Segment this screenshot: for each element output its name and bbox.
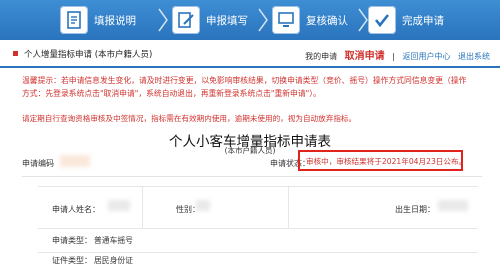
page-title: 个人增量指标申请 (本市户籍人员) — [24, 50, 153, 60]
step-label: 申报填写 — [206, 14, 248, 27]
id-type-label: 证件类型： — [52, 256, 92, 265]
redacted-birth — [438, 200, 468, 211]
code-label: 申请编码 — [22, 159, 54, 168]
step-complete: 完成申请 — [368, 0, 444, 40]
my-apply-link[interactable]: 我的申请 — [305, 52, 337, 61]
status-value: 审核中，审核结果将于2021年04月23日公布。 — [306, 157, 467, 166]
breadcrumb: 个人增量指标申请 (本市户籍人员) 我的申请 取消申请 | 返回用户中心 退出系… — [0, 44, 500, 68]
notice-text: 温馨提示：若申请信息发生变化，请及时进行变更，以免影响审核结果，切换申请类型（竞… — [22, 74, 478, 100]
step-fill: 申报填写 — [172, 0, 248, 40]
divider — [288, 186, 289, 228]
bullet-icon — [13, 51, 18, 56]
form-grid: 申请人姓名： 性别： 出生日期： 申请类型： 普通车摇号 证件类型： 居民身份证 — [38, 186, 478, 265]
chevron-right-icon — [158, 8, 168, 32]
step-label: 填报说明 — [94, 14, 136, 27]
user-center-link[interactable]: 返回用户中心 — [402, 52, 450, 61]
cancel-apply-link[interactable]: 取消申请 — [345, 51, 385, 62]
logout-link[interactable]: 退出系统 — [458, 52, 490, 61]
applicant-label: 申请人姓名： — [52, 205, 100, 214]
step-bar: 填报说明 申报填写 复核确认 完成申请 — [0, 0, 500, 40]
header-links: 我的申请 取消申请 | 返回用户中心 退出系统 — [300, 47, 490, 62]
step-label: 完成申请 — [402, 14, 444, 27]
id-type-value: 居民身份证 — [94, 256, 133, 265]
link-separator: | — [392, 52, 395, 61]
redacted-code — [60, 155, 90, 167]
chevron-right-icon — [358, 8, 368, 32]
divider — [22, 176, 482, 177]
notice-line: 方式：先登录系统点击"取消申请"，系统自动退出，再重新登录系统点击"重新申请"）… — [22, 89, 321, 98]
chevron-right-icon — [258, 8, 268, 32]
step-review: 复核确认 — [272, 0, 348, 40]
type-label: 申请类型： — [52, 236, 92, 245]
birth-label: 出生日期： — [395, 205, 435, 214]
redacted-name — [108, 200, 130, 211]
notice-line: 温馨提示：若申请信息发生变化，请及时进行变更，以免影响审核结果，切换申请类型（竞… — [22, 76, 467, 85]
divider — [142, 186, 143, 228]
redacted-gender — [196, 200, 210, 211]
step-instructions: 填报说明 — [60, 0, 136, 40]
notice-line: 请定期自行查询资格审核及中签情况，指标需在有效期内使用，逾期未使用的，视为自动放… — [22, 114, 357, 123]
monitor-icon — [272, 6, 300, 34]
checkmark-icon — [368, 6, 396, 34]
edit-icon — [172, 6, 200, 34]
type-value: 普通车摇号 — [94, 236, 133, 245]
step-label: 复核确认 — [306, 14, 348, 27]
document-icon — [60, 6, 88, 34]
